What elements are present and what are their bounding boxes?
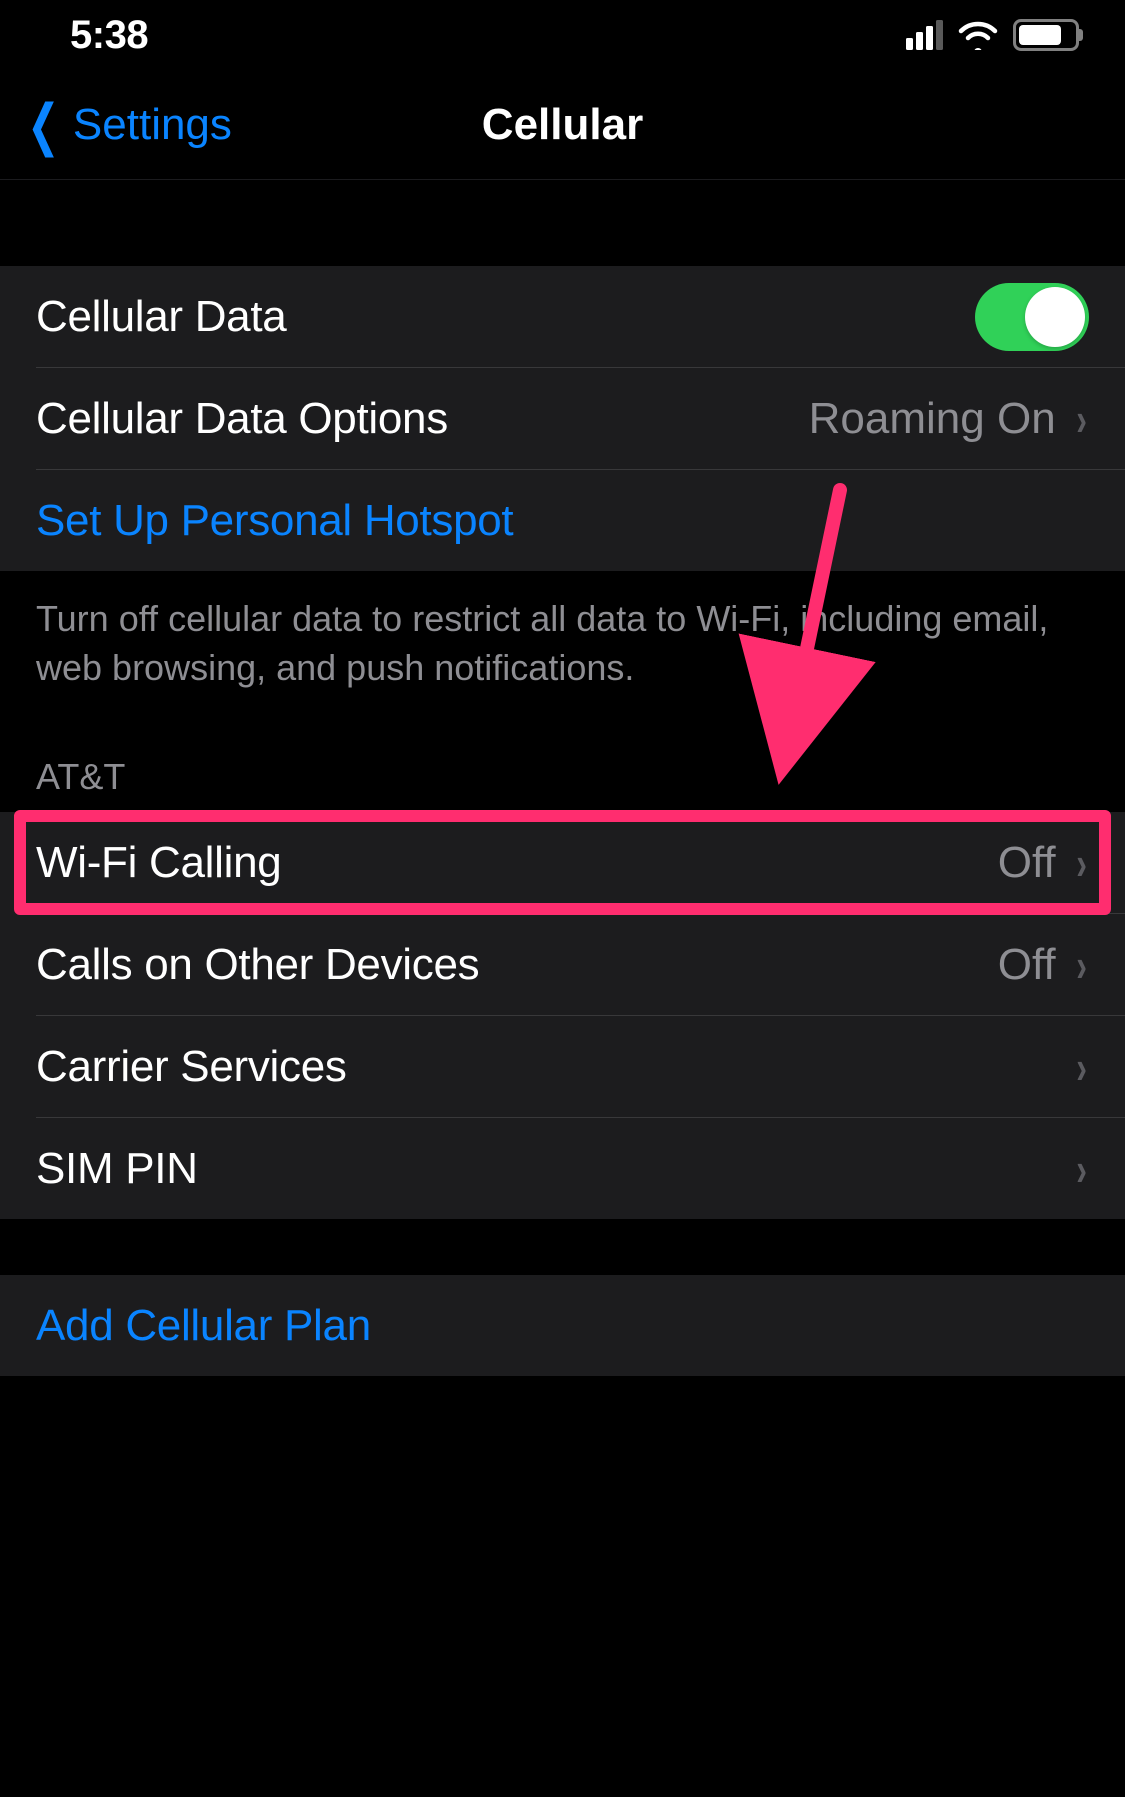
carrier-group: Wi-Fi Calling Off › Calls on Other Devic… <box>0 812 1125 1219</box>
nav-bar: ❮ Settings Cellular <box>0 70 1125 180</box>
cellular-footer-text: Turn off cellular data to restrict all d… <box>0 571 1125 722</box>
status-bar: 5:38 <box>0 0 1125 70</box>
chevron-right-icon: › <box>1076 840 1087 886</box>
cellular-data-options-label: Cellular Data Options <box>36 394 448 444</box>
cellular-data-label: Cellular Data <box>36 292 286 342</box>
back-button[interactable]: ❮ Settings <box>0 97 232 153</box>
cellular-data-options-value: Roaming On <box>809 394 1056 444</box>
sim-pin-label: SIM PIN <box>36 1144 198 1194</box>
wifi-calling-row[interactable]: Wi-Fi Calling Off › <box>0 812 1125 913</box>
cellular-signal-icon <box>906 20 943 50</box>
add-cellular-plan-row[interactable]: Add Cellular Plan <box>0 1275 1125 1376</box>
chevron-left-icon: ❮ <box>27 97 60 153</box>
personal-hotspot-row[interactable]: Set Up Personal Hotspot <box>0 470 1125 571</box>
status-time: 5:38 <box>70 13 148 58</box>
battery-icon <box>1013 19 1079 51</box>
cellular-data-group: Cellular Data Cellular Data Options Roam… <box>0 266 1125 571</box>
status-icons <box>906 19 1079 51</box>
calls-other-devices-label: Calls on Other Devices <box>36 940 479 990</box>
chevron-right-icon: › <box>1076 1044 1087 1090</box>
wifi-icon <box>957 20 999 50</box>
personal-hotspot-label: Set Up Personal Hotspot <box>36 496 513 546</box>
calls-other-devices-row[interactable]: Calls on Other Devices Off › <box>0 914 1125 1015</box>
calls-other-devices-value: Off <box>998 940 1056 990</box>
chevron-right-icon: › <box>1076 1146 1087 1192</box>
back-label: Settings <box>73 100 232 150</box>
chevron-right-icon: › <box>1076 942 1087 988</box>
cellular-data-toggle[interactable] <box>975 283 1089 351</box>
cellular-data-options-row[interactable]: Cellular Data Options Roaming On › <box>0 368 1125 469</box>
wifi-calling-value: Off <box>998 838 1056 888</box>
add-cellular-plan-label: Add Cellular Plan <box>36 1301 371 1351</box>
sim-pin-row[interactable]: SIM PIN › <box>0 1118 1125 1219</box>
carrier-services-label: Carrier Services <box>36 1042 347 1092</box>
carrier-section-header: AT&T <box>0 722 1125 812</box>
add-plan-group: Add Cellular Plan <box>0 1275 1125 1376</box>
page-title: Cellular <box>482 100 643 150</box>
cellular-data-row[interactable]: Cellular Data <box>0 266 1125 367</box>
wifi-calling-label: Wi-Fi Calling <box>36 838 281 888</box>
carrier-services-row[interactable]: Carrier Services › <box>0 1016 1125 1117</box>
chevron-right-icon: › <box>1076 396 1087 442</box>
